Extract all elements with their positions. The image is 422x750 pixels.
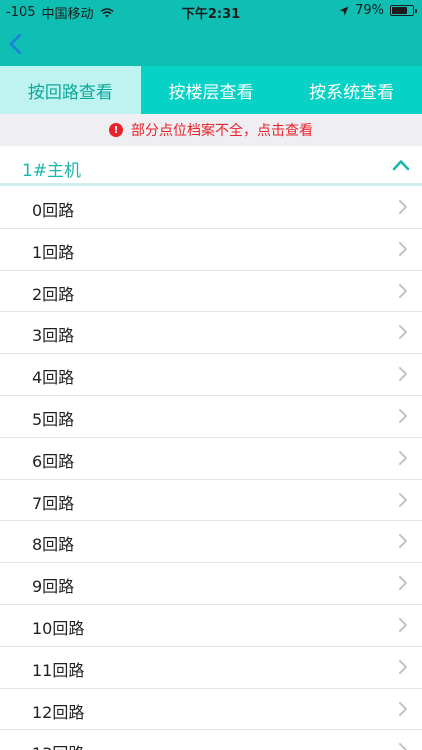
status-right: 79%: [339, 3, 417, 18]
battery-percent: 79%: [355, 3, 384, 18]
chevron-right-icon: [399, 534, 407, 549]
list-item-label: 5回路: [32, 409, 75, 429]
chevron-right-icon: [399, 701, 407, 716]
chevron-right-icon: [399, 450, 407, 465]
chevron-right-icon: [399, 408, 407, 423]
list-item-label: 3回路: [32, 326, 75, 346]
list-item-label: 10回路: [32, 618, 85, 638]
list-item-label: 7回路: [32, 493, 75, 513]
list-item[interactable]: 0回路: [0, 187, 422, 229]
list-item[interactable]: 3回路: [0, 312, 422, 355]
chevron-right-icon: [399, 617, 407, 632]
incomplete-records-notice[interactable]: ! 部分点位档案不全，点击查看: [0, 114, 422, 146]
list-item-label: 4回路: [32, 368, 75, 388]
tab-by-loop[interactable]: 按回路查看: [0, 66, 141, 114]
exclamation-icon: !: [109, 123, 123, 137]
list-item-label: 13回路: [32, 740, 84, 750]
list-item-label: 2回路: [32, 284, 75, 304]
chevron-right-icon: [399, 659, 407, 674]
chevron-right-icon: [399, 241, 407, 256]
list-item[interactable]: 8回路: [0, 521, 422, 564]
list-item-label: 6回路: [32, 451, 75, 471]
chevron-right-icon: [399, 325, 407, 340]
chevron-up-icon[interactable]: [392, 158, 410, 172]
group-title: 1#主机: [22, 161, 82, 181]
battery-fill: [392, 7, 407, 14]
list-item[interactable]: 10回路: [0, 604, 422, 647]
status-bar: -105 中国移动 下午2:31 79%: [0, 0, 422, 22]
nav-bar: [0, 22, 422, 66]
tab-by-floor[interactable]: 按楼层查看: [141, 66, 282, 114]
list-item[interactable]: 2回路: [0, 270, 422, 313]
list-item-label: 1回路: [32, 242, 75, 262]
list-item-label: 8回路: [32, 535, 75, 555]
location-arrow-icon: [339, 6, 349, 15]
list-item[interactable]: 6回路: [0, 437, 422, 480]
battery-icon: [390, 5, 417, 16]
tab-by-system[interactable]: 按系统查看: [281, 66, 422, 114]
list-item[interactable]: 11回路: [0, 646, 422, 689]
list-item-label: 0回路: [32, 201, 75, 220]
chevron-right-icon: [399, 576, 407, 591]
list-item[interactable]: 13回路: [0, 730, 422, 750]
notice-text: 部分点位档案不全，点击查看: [131, 123, 313, 139]
list-item-label: 9回路: [32, 577, 75, 597]
chevron-left-icon[interactable]: [6, 31, 28, 57]
list-item[interactable]: 9回路: [0, 563, 422, 605]
chevron-right-icon: [399, 743, 407, 750]
list-item-label: 12回路: [32, 702, 85, 722]
list-item[interactable]: 1回路: [0, 228, 422, 271]
list-item[interactable]: 4回路: [0, 354, 422, 396]
list-item[interactable]: 5回路: [0, 395, 422, 438]
list-item[interactable]: 7回路: [0, 479, 422, 522]
chevron-right-icon: [399, 367, 407, 382]
loop-list: 0回路 1回路 2回路 3回路 4回路 5回路 6回路 7回路 8回路 9回路 …: [0, 187, 422, 750]
chevron-right-icon: [399, 283, 407, 298]
chevron-right-icon: [399, 200, 407, 214]
list-item[interactable]: 12回路: [0, 688, 422, 731]
chevron-right-icon: [399, 492, 407, 507]
list-item-label: 11回路: [32, 660, 85, 680]
group-header-host-1[interactable]: 1#主机: [0, 146, 422, 186]
view-tabs: 按回路查看 按楼层查看 按系统查看: [0, 66, 422, 114]
